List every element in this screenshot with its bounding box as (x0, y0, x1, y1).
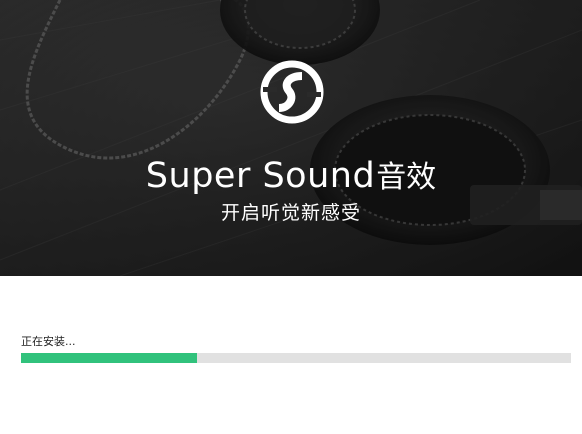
install-progress-fill (21, 353, 197, 363)
brand-title: Super Sound音效 (0, 152, 582, 196)
install-progress-bar (21, 353, 571, 363)
installer-window: Super Sound音效 开启听觉新感受 正在安装... (0, 0, 582, 434)
brand-name-en: Super Sound (145, 156, 376, 196)
hero-banner: Super Sound音效 开启听觉新感受 (0, 0, 582, 276)
super-sound-logo-icon (260, 60, 324, 124)
brand-subtitle: 开启听觉新感受 (220, 202, 361, 224)
headphones-background-image (0, 0, 582, 276)
install-status-label: 正在安装... (21, 335, 76, 348)
brand-name-cn: 音效 (376, 160, 437, 195)
